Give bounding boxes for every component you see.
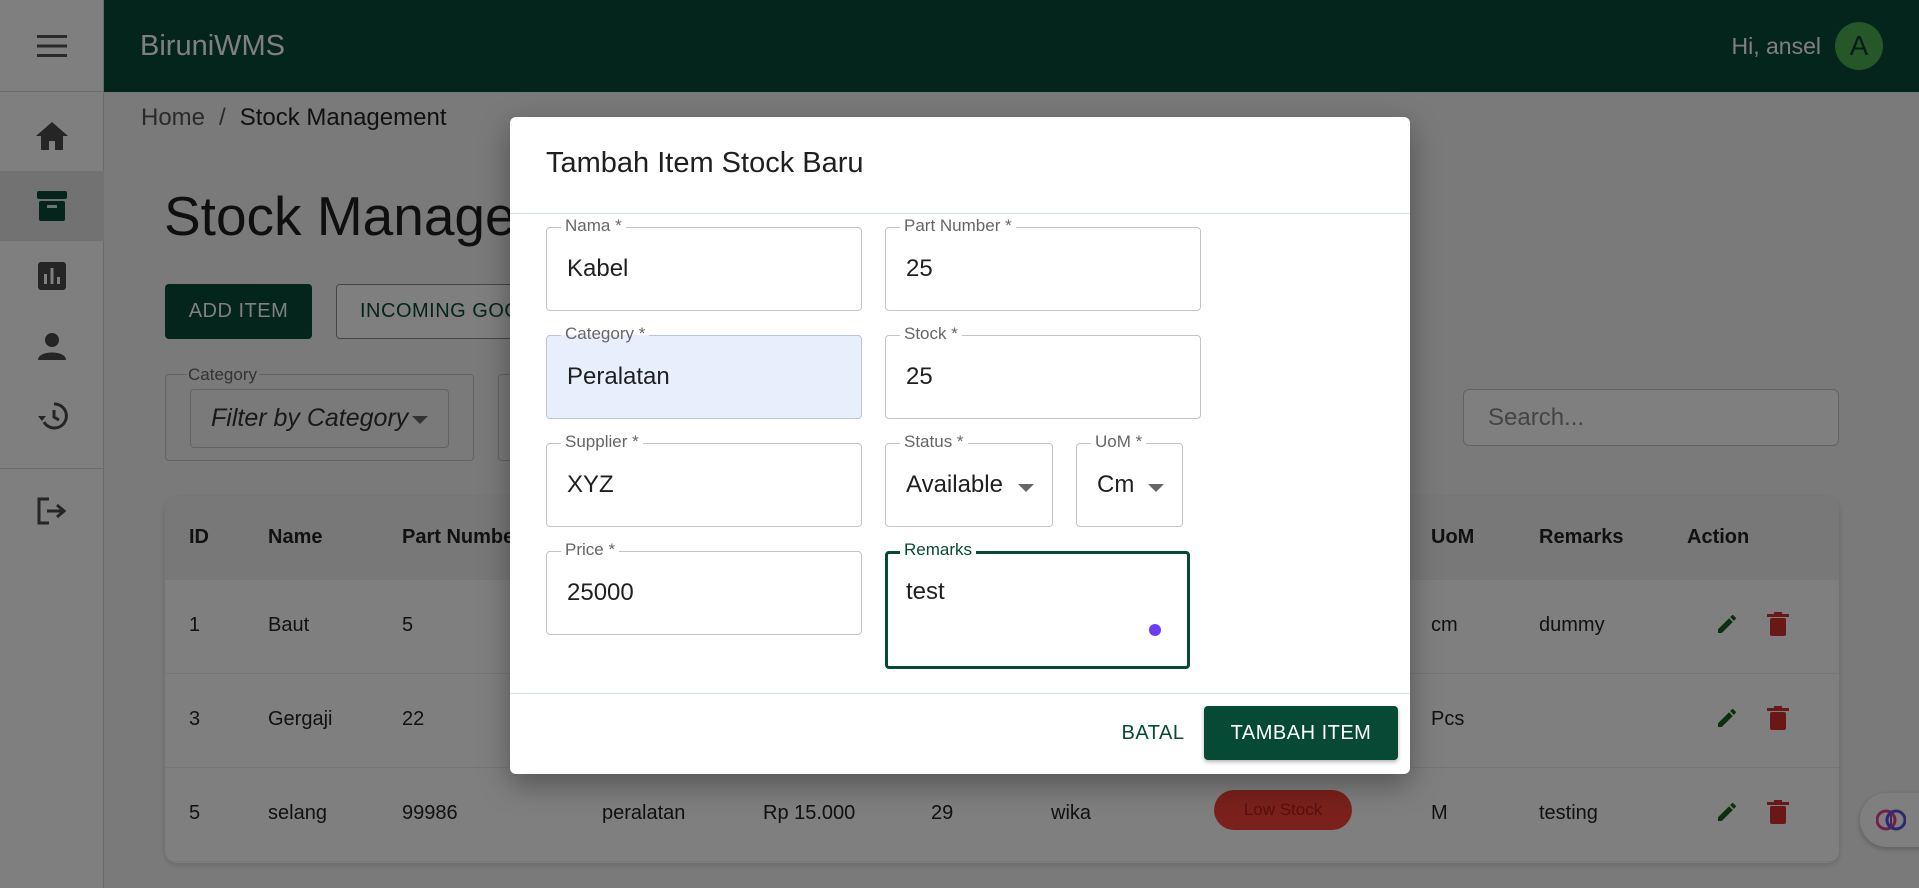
remarks-label: Remarks — [900, 540, 977, 560]
part-number-field[interactable]: Part Number * 25 — [885, 216, 1201, 311]
add-item-dialog: Tambah Item Stock Baru Nama * Kabel Part… — [510, 117, 1410, 774]
uom-select[interactable]: UoM * Cm — [1076, 432, 1183, 527]
remarks-textarea[interactable]: Remarks test — [885, 540, 1190, 669]
status-value: Available — [906, 471, 1003, 498]
dialog-divider — [510, 213, 1410, 214]
dialog-divider — [510, 693, 1410, 694]
stock-value: 25 — [906, 363, 933, 390]
price-field[interactable]: Price * 25000 — [546, 540, 862, 635]
submit-add-item-button[interactable]: TAMBAH ITEM — [1204, 706, 1398, 760]
chevron-down-icon — [1148, 484, 1164, 492]
cursor-dot-icon — [1149, 624, 1161, 636]
status-select[interactable]: Status * Available — [885, 432, 1053, 527]
uom-value: Cm — [1097, 471, 1135, 498]
remarks-value: test — [906, 578, 945, 605]
category-value: Peralatan — [567, 363, 670, 390]
cancel-button[interactable]: BATAL — [1098, 705, 1208, 761]
supplier-field[interactable]: Supplier * XYZ — [546, 432, 862, 527]
supplier-value: XYZ — [567, 471, 614, 498]
nama-field[interactable]: Nama * Kabel — [546, 216, 862, 311]
part-number-value: 25 — [906, 255, 933, 282]
nama-value: Kabel — [567, 255, 629, 282]
stock-field[interactable]: Stock * 25 — [885, 324, 1201, 419]
dialog-title: Tambah Item Stock Baru — [546, 147, 864, 179]
category-field[interactable]: Category * Peralatan — [546, 324, 862, 419]
chevron-down-icon — [1018, 484, 1034, 492]
price-value: 25000 — [567, 579, 634, 606]
